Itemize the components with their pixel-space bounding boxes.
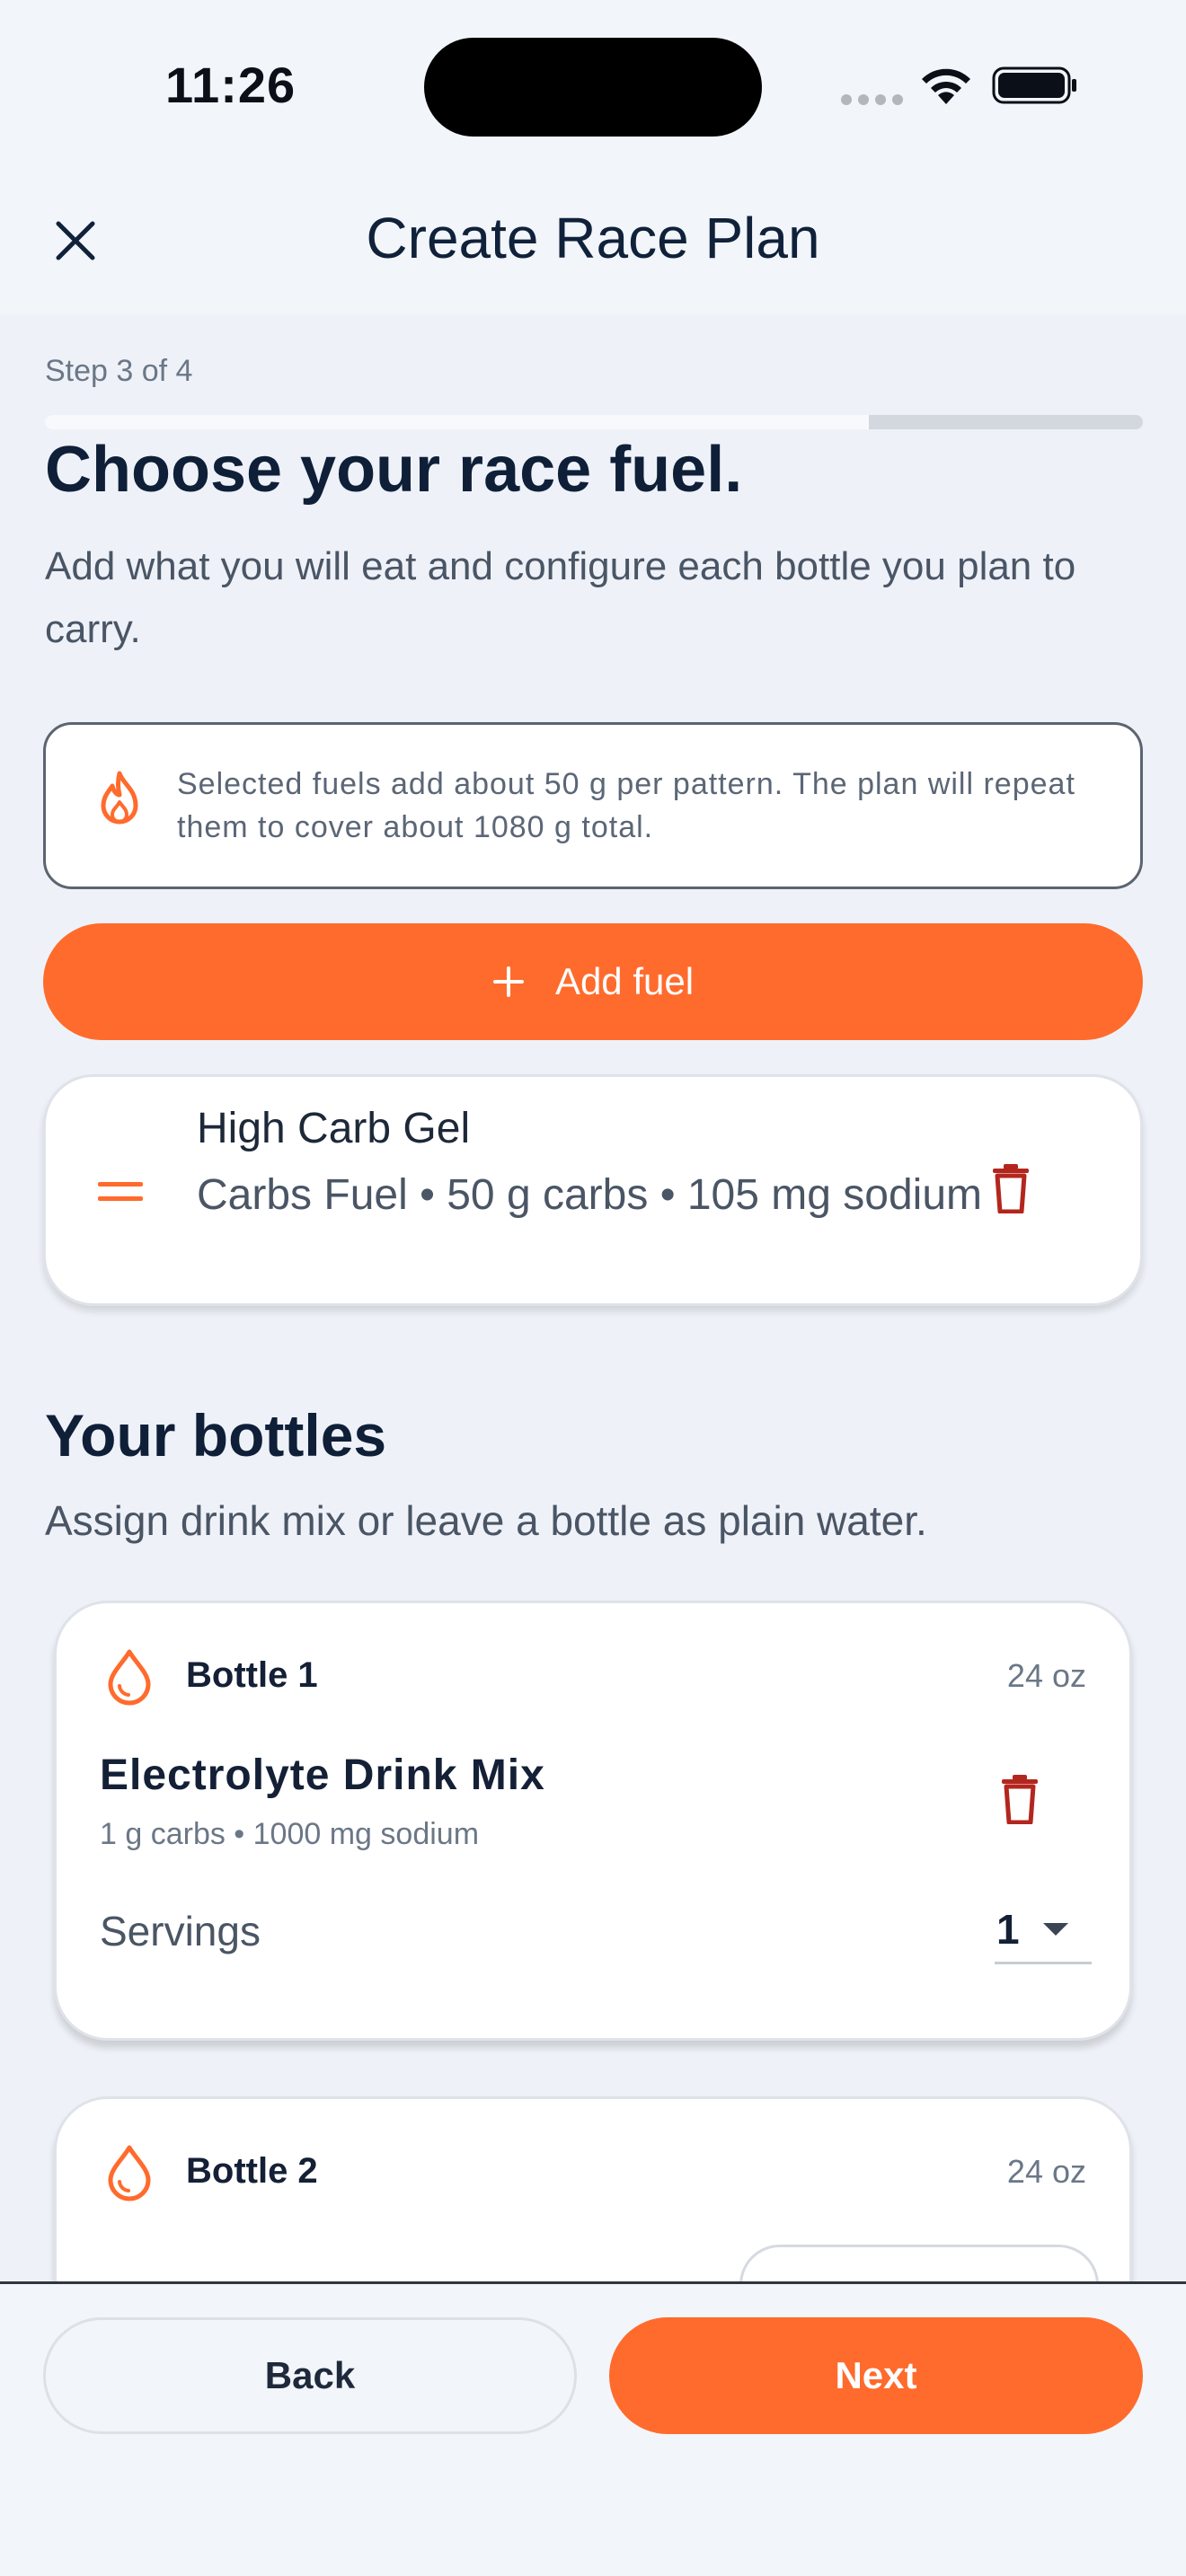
- dropdown-arrow-icon: [1043, 1923, 1068, 1936]
- bottle-title: Bottle 2: [186, 2151, 318, 2191]
- status-time: 11:26: [165, 57, 296, 113]
- bottle-size: 24 oz: [1006, 2153, 1086, 2190]
- step-description: Add what you will eat and configure each…: [45, 544, 1076, 651]
- servings-value: 1: [996, 1906, 1020, 1953]
- fuel-summary-card: Selected fuels add about 50 g per patter…: [43, 722, 1143, 889]
- bottle-title: Bottle 1: [186, 1655, 318, 1695]
- servings-label: Servings: [100, 1908, 261, 1954]
- servings-dropdown[interactable]: 1: [995, 1896, 1092, 1964]
- plus-icon: [492, 966, 525, 998]
- dynamic-island: [424, 38, 762, 137]
- battery-icon: [992, 66, 1076, 104]
- trash-icon[interactable]: [1000, 1774, 1040, 1824]
- step-label: Step 3 of 4: [45, 354, 193, 388]
- bottle-size: 24 oz: [1006, 1657, 1086, 1694]
- progress-bar: [45, 415, 1143, 429]
- drag-handle-icon[interactable]: [98, 1178, 143, 1205]
- bottle-card: Bottle 1 24 oz Electrolyte Drink Mix 1 g…: [54, 1601, 1132, 2041]
- drink-mix-detail: 1 g carbs • 1000 mg sodium: [100, 1817, 480, 1851]
- page-title: Create Race Plan: [366, 206, 820, 270]
- fuel-name: High Carb Gel: [197, 1105, 471, 1152]
- add-fuel-button[interactable]: Add fuel: [43, 923, 1143, 1040]
- drink-mix-name: Electrolyte Drink Mix: [100, 1751, 545, 1799]
- wifi-icon: [922, 68, 970, 104]
- cellular-signal-icon: [841, 93, 909, 110]
- trash-icon[interactable]: [991, 1163, 1031, 1213]
- back-button[interactable]: Back: [43, 2317, 577, 2434]
- progress-bar-fill: [45, 415, 869, 429]
- status-bar: 11:26: [0, 0, 1186, 171]
- bottles-section-subtitle: Assign drink mix or leave a bottle as pl…: [45, 1497, 927, 1544]
- water-drop-icon: [108, 2145, 151, 2201]
- bottles-section-title: Your bottles: [45, 1402, 387, 1469]
- add-fuel-label: Add fuel: [554, 960, 695, 1002]
- flame-icon: [101, 771, 138, 825]
- fuel-summary-text: Selected fuels add about 50 g per patter…: [177, 767, 1075, 844]
- water-drop-icon: [108, 1649, 151, 1706]
- fuel-list-item[interactable]: High Carb Gel Carbs Fuel • 50 g carbs • …: [43, 1074, 1143, 1306]
- next-button[interactable]: Next: [609, 2317, 1143, 2434]
- step-heading: Choose your race fuel.: [45, 434, 743, 506]
- fuel-detail: Carbs Fuel • 50 g carbs • 105 mg sodium: [197, 1171, 983, 1219]
